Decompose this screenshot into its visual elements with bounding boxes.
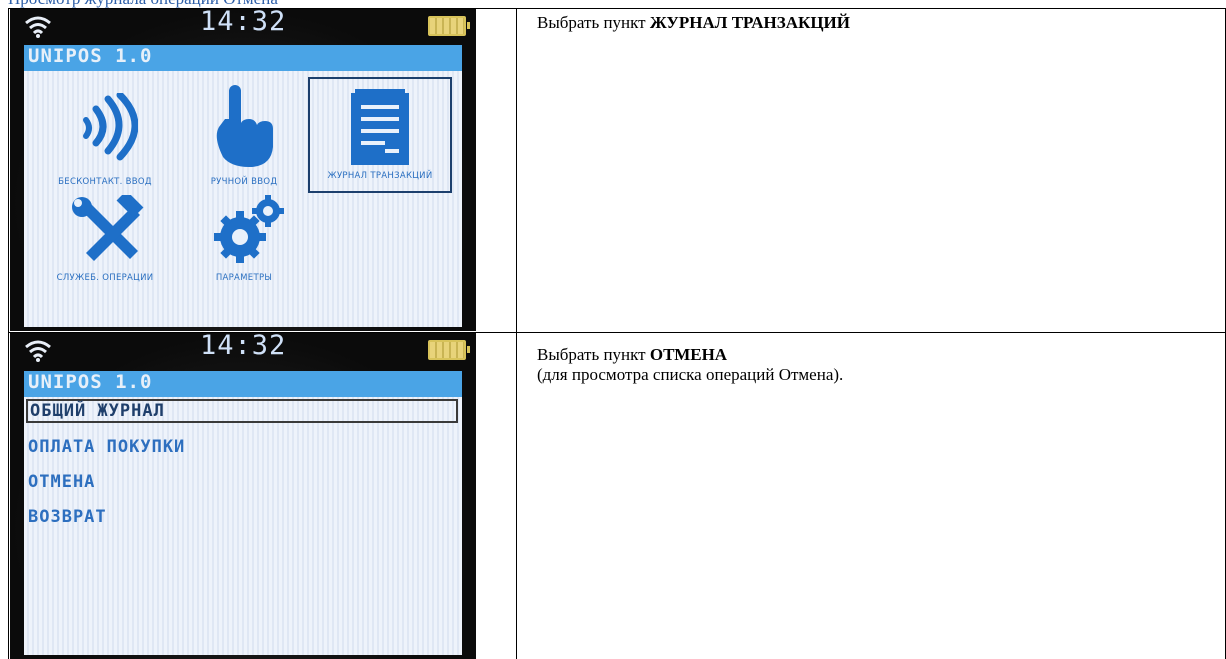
clock: 14:32	[200, 9, 287, 37]
tile-label: ЖУРНАЛ ТРАНЗАКЦИЙ	[327, 171, 433, 181]
menu-item-refund[interactable]: ВОЗВРАТ	[28, 507, 107, 527]
wifi-icon	[25, 16, 51, 38]
menu-item-purchase-payment[interactable]: ОПЛАТА ПОКУПКИ	[28, 437, 185, 457]
device-screen: UNIPOS 1.0 БЕСКОНТАКТ. ВВОД РУЧНОЙ ВВОД	[24, 45, 462, 327]
device-photo-main-menu: 14:32 UNIPOS 1.0 БЕСКОНТАКТ. ВВОД РУЧНОЙ…	[10, 9, 476, 331]
app-title: UNIPOS 1.0	[28, 45, 153, 67]
menu-item-general-journal[interactable]: ОБЩИЙ ЖУРНАЛ	[26, 399, 458, 423]
tile-contactless[interactable]: БЕСКОНТАКТ. ВВОД	[30, 83, 180, 193]
tile-label: РУЧНОЙ ВВОД	[210, 177, 278, 187]
app-title-bar: UNIPOS 1.0	[24, 45, 462, 71]
step1-instruction: Выбрать пункт ЖУРНАЛ ТРАНЗАКЦИЙ	[537, 13, 850, 33]
contactless-icon	[83, 93, 138, 161]
battery-icon	[428, 16, 470, 36]
tile-label: СЛУЖЕБ. ОПЕРАЦИИ	[56, 273, 154, 283]
tile-label: БЕСКОНТАКТ. ВВОД	[58, 177, 152, 187]
battery-icon	[428, 340, 470, 360]
step1-text: Выбрать пункт	[537, 13, 650, 32]
app-title: UNIPOS 1.0	[28, 371, 153, 393]
step2-note: (для просмотра списка операций Отмена).	[537, 365, 844, 384]
hand-pointer-icon	[216, 85, 273, 167]
table-column-divider	[516, 8, 517, 659]
step2-instruction: Выбрать пункт ОТМЕНА (для просмотра спис…	[537, 345, 843, 385]
menu-item-cancel[interactable]: ОТМЕНА	[28, 472, 95, 492]
app-title-bar: UNIPOS 1.0	[24, 371, 462, 397]
tile-service-operations[interactable]: СЛУЖЕБ. ОПЕРАЦИИ	[30, 195, 180, 295]
tools-icon	[72, 195, 144, 261]
tile-label: ПАРАМЕТРЫ	[215, 273, 273, 283]
table-border-left	[8, 8, 9, 659]
step2-bold: ОТМЕНА	[649, 345, 728, 364]
journal-icon	[351, 89, 409, 165]
device-screen: UNIPOS 1.0 ОБЩИЙ ЖУРНАЛ ОПЛАТА ПОКУПКИ О…	[24, 371, 462, 655]
status-bar: 14:32	[10, 333, 476, 369]
step1-bold: ЖУРНАЛ ТРАНЗАКЦИЙ	[649, 13, 850, 32]
wifi-icon	[25, 340, 51, 362]
device-photo-journal-menu: 14:32 UNIPOS 1.0 ОБЩИЙ ЖУРНАЛ ОПЛАТА ПОК…	[10, 333, 476, 659]
tile-manual-entry[interactable]: РУЧНОЙ ВВОД	[184, 83, 304, 193]
gears-icon	[214, 195, 284, 263]
tile-parameters[interactable]: ПАРАМЕТРЫ	[184, 195, 304, 295]
status-bar: 14:32	[10, 9, 476, 45]
tile-transaction-journal[interactable]: ЖУРНАЛ ТРАНЗАКЦИЙ	[308, 77, 452, 193]
clock: 14:32	[200, 333, 287, 361]
step2-text: Выбрать пункт	[537, 345, 650, 364]
